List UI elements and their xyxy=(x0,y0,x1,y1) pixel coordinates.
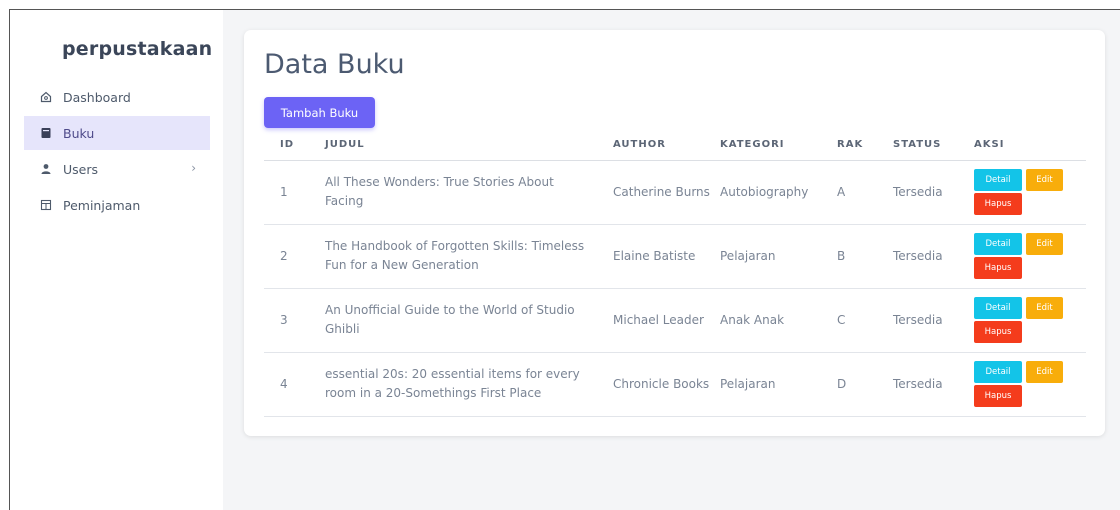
sidebar-item-dashboard[interactable]: Dashboard xyxy=(24,80,210,114)
cell-aksi: Detail Edit Hapus xyxy=(974,288,1086,353)
home-icon xyxy=(40,91,52,103)
cell-rak: A xyxy=(837,160,893,225)
table-header-row: ID JUDUL AUTHOR KATEGORI RAK STATUS AKSI xyxy=(264,130,1086,161)
cell-status: Tersedia xyxy=(893,352,974,417)
sidebar-item-users[interactable]: Users › xyxy=(24,152,210,186)
cell-author: Elaine Batiste xyxy=(613,224,720,289)
action-group: Detail Edit Hapus xyxy=(974,297,1066,343)
cell-id: 4 xyxy=(264,352,325,417)
sidebar-item-buku[interactable]: Buku xyxy=(24,116,210,150)
cell-status: Tersedia xyxy=(893,160,974,225)
edit-button[interactable]: Edit xyxy=(1026,297,1063,319)
page-title: Data Buku xyxy=(264,49,405,80)
cell-id: 1 xyxy=(264,160,325,225)
delete-button[interactable]: Hapus xyxy=(974,321,1022,343)
chevron-right-icon: › xyxy=(191,161,196,175)
add-book-button[interactable]: Tambah Buku xyxy=(264,97,375,128)
sidebar-item-label: Dashboard xyxy=(63,89,131,105)
column-header-id: ID xyxy=(264,130,325,161)
cell-rak: B xyxy=(837,224,893,289)
cell-aksi: Detail Edit Hapus xyxy=(974,224,1086,289)
column-header-kategori: KATEGORI xyxy=(720,130,837,161)
detail-button[interactable]: Detail xyxy=(974,297,1022,319)
edit-button[interactable]: Edit xyxy=(1026,361,1063,383)
user-icon xyxy=(40,163,52,175)
action-group: Detail Edit Hapus xyxy=(974,169,1066,215)
table-row: 2 The Handbook of Forgotten Skills: Time… xyxy=(264,224,1086,289)
sidebar-item-label: Users xyxy=(63,161,99,177)
detail-button[interactable]: Detail xyxy=(974,361,1022,383)
column-header-aksi: AKSI xyxy=(974,130,1086,161)
sidebar-item-label: Buku xyxy=(63,125,95,141)
books-card: Data Buku Tambah Buku ID JUDUL AUTHOR KA… xyxy=(244,30,1105,436)
cell-author: Chronicle Books xyxy=(613,352,720,417)
cell-rak: D xyxy=(837,352,893,417)
delete-button[interactable]: Hapus xyxy=(974,193,1022,215)
edit-button[interactable]: Edit xyxy=(1026,233,1063,255)
cell-judul: essential 20s: 20 essential items for ev… xyxy=(325,352,613,417)
sidebar-item-label: Peminjaman xyxy=(63,197,141,213)
cell-aksi: Detail Edit Hapus xyxy=(974,160,1086,225)
action-group: Detail Edit Hapus xyxy=(974,233,1066,279)
detail-button[interactable]: Detail xyxy=(974,233,1022,255)
cell-judul: The Handbook of Forgotten Skills: Timele… xyxy=(325,224,613,289)
cell-rak: C xyxy=(837,288,893,353)
column-header-rak: RAK xyxy=(837,130,893,161)
book-icon xyxy=(40,127,52,139)
table-row: 1 All These Wonders: True Stories About … xyxy=(264,160,1086,225)
edit-button[interactable]: Edit xyxy=(1026,169,1063,191)
column-header-author: AUTHOR xyxy=(613,130,720,161)
action-group: Detail Edit Hapus xyxy=(974,361,1066,407)
sidebar-menu: Dashboard Buku Users › Peminjaman xyxy=(24,80,210,224)
sidebar-item-peminjaman[interactable]: Peminjaman xyxy=(24,188,210,222)
cell-id: 3 xyxy=(264,288,325,353)
cell-aksi: Detail Edit Hapus xyxy=(974,352,1086,417)
cell-kategori: Anak Anak xyxy=(720,288,837,353)
cell-status: Tersedia xyxy=(893,224,974,289)
delete-button[interactable]: Hapus xyxy=(974,385,1022,407)
cell-status: Tersedia xyxy=(893,288,974,353)
table-row: 3 An Unofficial Guide to the World of St… xyxy=(264,288,1086,353)
table-row: 4 essential 20s: 20 essential items for … xyxy=(264,352,1086,417)
brand-logo: perpustakaan xyxy=(62,38,213,60)
sidebar: perpustakaan Dashboard Buku Users › Pemi… xyxy=(10,10,223,510)
cell-kategori: Pelajaran xyxy=(720,224,837,289)
cell-judul: An Unofficial Guide to the World of Stud… xyxy=(325,288,613,353)
cell-id: 2 xyxy=(264,224,325,289)
app-frame: perpustakaan Dashboard Buku Users › Pemi… xyxy=(9,9,1120,510)
table-icon xyxy=(40,199,52,211)
cell-author: Catherine Burns xyxy=(613,160,720,225)
cell-kategori: Autobiography xyxy=(720,160,837,225)
detail-button[interactable]: Detail xyxy=(974,169,1022,191)
cell-kategori: Pelajaran xyxy=(720,352,837,417)
cell-author: Michael Leader xyxy=(613,288,720,353)
books-table: ID JUDUL AUTHOR KATEGORI RAK STATUS AKSI… xyxy=(264,130,1086,417)
delete-button[interactable]: Hapus xyxy=(974,257,1022,279)
cell-judul: All These Wonders: True Stories About Fa… xyxy=(325,160,613,225)
column-header-status: STATUS xyxy=(893,130,974,161)
column-header-judul: JUDUL xyxy=(325,130,613,161)
